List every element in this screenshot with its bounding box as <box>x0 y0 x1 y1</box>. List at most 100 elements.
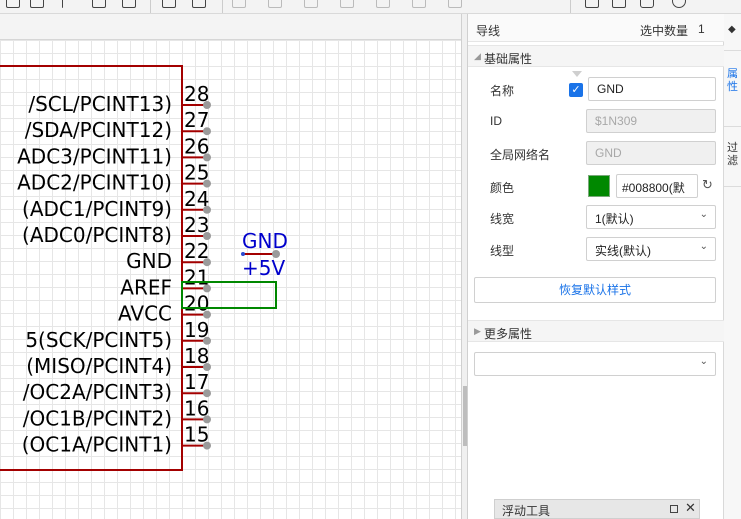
panel-splitter[interactable] <box>461 14 468 519</box>
pin-number: 24 <box>184 187 209 211</box>
name-field[interactable]: GND <box>588 77 716 101</box>
line-width-value: 1(默认) <box>595 212 634 226</box>
pointer-icon[interactable] <box>6 0 20 8</box>
align-right-icon[interactable] <box>304 0 318 8</box>
id-label: ID <box>490 114 502 128</box>
text-cursor-icon[interactable] <box>62 0 64 8</box>
pin-name: GND <box>126 249 172 273</box>
cart-icon[interactable] <box>640 0 654 8</box>
tab-filter-label: 过滤 <box>727 142 738 167</box>
name-checkbox[interactable]: ✓ <box>569 83 583 97</box>
panel-header: 导线 选中数量 1 <box>468 14 724 42</box>
line-width-label: 线宽 <box>490 212 515 226</box>
line-style-value: 实线(默认) <box>595 244 651 258</box>
pin-name: (ADC0/PCINT8) <box>22 223 172 247</box>
caret-down-icon <box>572 71 582 77</box>
reset-color-icon[interactable]: ↻ <box>702 177 713 193</box>
chevron-down-icon: ⌄ <box>699 209 708 220</box>
selected-count-label: 选中数量 <box>640 24 689 38</box>
tab-properties[interactable]: 属性 <box>724 68 741 94</box>
wire-endpoint <box>241 252 245 256</box>
more-properties-title: 更多属性 <box>484 327 533 341</box>
toolbar <box>0 0 741 14</box>
pin-number: 21 <box>184 265 209 289</box>
pin-number: 27 <box>184 108 209 132</box>
toolbar-separator <box>570 0 571 13</box>
basic-properties-header[interactable]: ◢ 基础属性 <box>468 45 724 67</box>
pin-name: /SCL/PCINT13) <box>28 92 172 116</box>
align-center-icon[interactable] <box>268 0 282 8</box>
pin-number: 16 <box>184 396 209 420</box>
splitter-handle[interactable] <box>463 386 467 446</box>
pin-name: AVCC <box>118 302 172 326</box>
toolbar-separator <box>150 0 151 13</box>
distribute-icon[interactable] <box>448 0 462 8</box>
tab-divider <box>724 186 741 187</box>
net-label-5v[interactable]: +5V <box>242 256 285 280</box>
pin-number: 22 <box>184 239 209 263</box>
align-left-icon[interactable] <box>232 0 246 8</box>
expand-triangle-icon: ▶ <box>474 326 481 336</box>
pin-name: (MISO/PCINT4) <box>26 354 172 378</box>
screenshot-icon[interactable] <box>585 0 599 8</box>
color-field[interactable]: #008800(默 <box>616 174 698 198</box>
line-style-label: 线型 <box>490 244 515 258</box>
table-icon[interactable] <box>122 0 136 8</box>
pin-name: /OC2A/PCINT3) <box>23 380 172 404</box>
net-label-gnd[interactable]: GND <box>242 229 288 253</box>
more-properties-header[interactable]: ▶ 更多属性 <box>468 320 724 342</box>
pin-name: (ADC1/PCINT9) <box>22 197 172 221</box>
pin-name: /SDA/PCINT12) <box>25 118 172 142</box>
grid-icon[interactable] <box>612 0 626 8</box>
selected-count: 1 <box>698 22 705 36</box>
global-net-label: 全局网络名 <box>490 148 551 162</box>
image-icon[interactable] <box>92 0 106 8</box>
align-middle-icon[interactable] <box>376 0 390 8</box>
net-label-endpoint <box>272 250 280 258</box>
floating-tools-title: 浮动工具 <box>502 504 551 518</box>
chevron-down-icon: ⌄ <box>699 241 708 252</box>
color-swatch[interactable] <box>588 175 610 197</box>
schematic-drawing[interactable]: 28/SCL/PCINT13) 27/SDA/PCINT12) 26 ADC3/PCI… <box>0 14 461 519</box>
align-bottom-icon[interactable] <box>412 0 426 8</box>
pin-name: ADC3/PCINT11) <box>17 144 172 168</box>
square-icon[interactable] <box>30 0 44 8</box>
reset-style-button[interactable]: 恢复默认样式 <box>474 277 716 303</box>
pin-name: /OC1B/PCINT2) <box>23 406 172 430</box>
line-width-select[interactable]: 1(默认) ⌄ <box>586 205 716 229</box>
pin-name: ADC2/PCINT10) <box>17 171 172 195</box>
pin-number: 25 <box>184 161 209 185</box>
color-label: 颜色 <box>490 181 515 195</box>
flip-horizontal-icon[interactable] <box>162 0 176 8</box>
collapse-triangle-icon: ◢ <box>474 51 481 61</box>
pin-number: 17 <box>184 370 209 394</box>
tab-filter[interactable]: 过滤 <box>724 142 741 168</box>
line-style-select[interactable]: 实线(默认) ⌄ <box>586 237 716 261</box>
pin-icon[interactable]: ◆ <box>728 24 736 35</box>
pin-name: 5(SCK/PCINT5) <box>25 328 172 352</box>
pin-number: 23 <box>184 213 209 237</box>
basic-properties-title: 基础属性 <box>484 52 533 66</box>
schematic-canvas[interactable]: 28/SCL/PCINT13) 27/SDA/PCINT12) 26 ADC3/PCI… <box>0 14 461 519</box>
toolbar-separator <box>222 0 223 13</box>
tab-divider <box>724 126 741 127</box>
name-label: 名称 <box>490 84 515 98</box>
more-properties-select[interactable]: ⌄ <box>474 352 716 376</box>
pin-number: 26 <box>184 134 209 158</box>
align-top-icon[interactable] <box>340 0 354 8</box>
pin-number: 19 <box>184 318 209 342</box>
chevron-down-icon: ⌄ <box>699 356 708 367</box>
settings-icon[interactable] <box>672 0 686 8</box>
close-icon[interactable]: ✕ <box>685 500 696 516</box>
id-field: $1N309 <box>586 109 716 133</box>
floating-tools-bar[interactable]: 浮动工具 ✕ <box>494 499 700 519</box>
property-panel: 导线 选中数量 1 ◢ 基础属性 名称 ✓ GND ID $1N309 全局网络… <box>468 14 724 519</box>
pin-number: 18 <box>184 344 209 368</box>
tab-properties-label: 属性 <box>727 68 738 93</box>
pin-name: AREF <box>120 275 172 299</box>
restore-icon[interactable] <box>670 505 678 513</box>
flip-vertical-icon[interactable] <box>192 0 206 8</box>
pin-number: 15 <box>184 423 209 447</box>
pin-name: (OC1A/PCINT1) <box>22 433 172 457</box>
global-net-field: GND <box>586 141 716 165</box>
